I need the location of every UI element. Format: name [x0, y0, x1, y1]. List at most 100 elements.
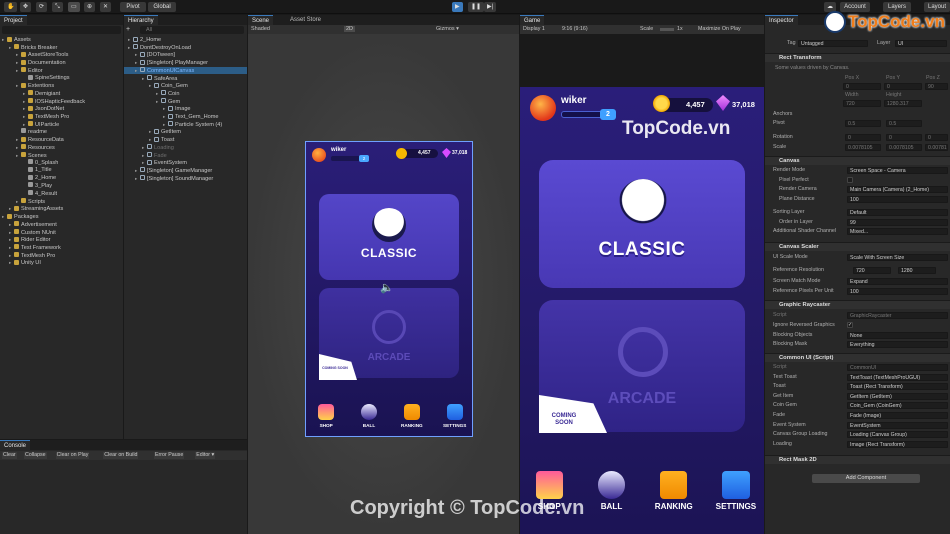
common-ui-prop-field[interactable]: Toast (Rect Transform)	[847, 383, 948, 391]
hierarchy-item[interactable]: ▸ Coin_Gem	[124, 82, 247, 90]
blocking-objects-dropdown[interactable]: None	[847, 332, 948, 339]
layers-dropdown[interactable]: Layers	[883, 2, 911, 12]
play-button[interactable]: ▶	[452, 2, 463, 12]
project-item[interactable]: 2_Home	[23, 174, 56, 183]
gizmos-dropdown[interactable]: Gizmos ▾	[436, 26, 459, 32]
project-item[interactable]: 4_Result	[23, 190, 57, 198]
move-tool-icon[interactable]: ✥	[20, 2, 32, 12]
project-item[interactable]: ▸ Scripts	[16, 198, 45, 206]
project-item[interactable]: 0_Splash	[23, 159, 58, 167]
console-button[interactable]: Clear on Play	[55, 452, 90, 459]
blocking-mask-dropdown[interactable]: Everything	[847, 341, 948, 348]
hierarchy-item[interactable]: ▸ CommonUICanvas	[124, 66, 247, 75]
add-object-button[interactable]: +	[126, 26, 134, 34]
scale-y-field[interactable]: 0.0078105	[886, 144, 922, 151]
pivot-toggle[interactable]: Pivot	[120, 2, 146, 12]
project-item[interactable]: ▸ Assets	[2, 36, 31, 44]
pixel-perfect-checkbox[interactable]	[847, 177, 853, 183]
console-button[interactable]: Error Pause	[154, 452, 185, 459]
common-ui-prop-field[interactable]: Image (Rect Transform)	[847, 440, 948, 448]
game-phone[interactable]: wiker 2 4,457 37,018 CLASSIC ARCADE COMI…	[520, 87, 764, 534]
canvas-prop-value[interactable]: Mixed...	[847, 228, 948, 235]
common-ui-header[interactable]: Common UI (Script)	[765, 353, 950, 362]
ball-icon[interactable]	[597, 471, 626, 499]
hierarchy-item[interactable]: ▸ Loading	[124, 144, 247, 152]
console-button[interactable]: Clear	[2, 452, 17, 459]
project-item[interactable]: ▸ Extentions	[16, 82, 54, 90]
project-item[interactable]: ▸ Custom NUnit	[9, 229, 56, 237]
posy-field[interactable]: 0	[884, 83, 922, 90]
project-item[interactable]: ▸ UIParticle	[23, 121, 59, 129]
hierarchy-item[interactable]: ▸ Fade	[124, 152, 247, 160]
canvas-prop-value[interactable]: Main Camera (Camera) (2_Home)	[847, 186, 948, 193]
hierarchy-item[interactable]: ▸ [Singleton] PlayManager	[124, 59, 247, 67]
rect-tool-icon[interactable]: ▭	[68, 2, 80, 12]
match-mode-dropdown[interactable]: Expand	[847, 278, 948, 285]
tab-project[interactable]: Project	[0, 15, 27, 25]
project-item[interactable]: readme	[16, 128, 47, 136]
project-item[interactable]: ▸ AssetStoreTools	[16, 51, 68, 59]
rotation-z-field[interactable]: 0	[925, 134, 948, 141]
common-ui-prop-field[interactable]: Coin_Gem (CoinGem)	[847, 402, 948, 410]
tab-game[interactable]: Game	[520, 15, 545, 25]
project-item[interactable]: ▸ StreamingAssets	[9, 205, 63, 213]
canvas-prop-value[interactable]: 100	[847, 195, 948, 203]
hierarchy-item[interactable]: ▸ [DOTween]	[124, 51, 247, 59]
project-search-input[interactable]	[2, 26, 121, 34]
scale-x-field[interactable]: 0.0078105	[845, 144, 881, 151]
canvas-prop-value[interactable]: Default	[847, 209, 948, 216]
posz-field[interactable]: 90	[925, 83, 948, 90]
project-item[interactable]: ▸ IOSHapticFeedback	[23, 98, 85, 106]
project-item[interactable]: ▸ Scenes	[16, 152, 47, 160]
add-component-button[interactable]: Add Component	[812, 474, 920, 483]
posx-field[interactable]: 0	[843, 83, 881, 90]
project-item[interactable]: ▸ TextMesh Pro	[9, 252, 55, 260]
project-item[interactable]: ▸ Bricks Breaker	[9, 44, 57, 52]
hierarchy-item[interactable]: ▸ [Singleton] SoundManager	[124, 175, 247, 183]
project-item[interactable]: ▸ Unity UI	[9, 259, 41, 267]
hierarchy-item[interactable]: ▸ 2_Home	[124, 36, 247, 44]
common-ui-prop-field[interactable]: EventSystem	[847, 421, 948, 429]
player-avatar[interactable]	[530, 95, 556, 121]
scale-tool-icon[interactable]: ⤡	[52, 2, 63, 12]
tab-scene[interactable]: Scene	[248, 15, 274, 25]
tag-dropdown[interactable]: Untagged	[798, 40, 868, 47]
project-item[interactable]: ▸ Editor	[16, 67, 43, 75]
ranking-trophy-icon[interactable]	[659, 471, 688, 499]
canvas-scaler-header[interactable]: Canvas Scaler	[765, 242, 950, 251]
ref-res-x-field[interactable]: 720	[853, 267, 891, 274]
pivot-x-field[interactable]: 0.5	[845, 120, 881, 127]
rect-mask-header[interactable]: Rect Mask 2D	[765, 455, 950, 464]
rect-transform-header[interactable]: Rect Transform	[765, 53, 950, 62]
hierarchy-item[interactable]: ▸ Image	[124, 105, 247, 113]
scene-view[interactable]: Scene Asset Store Shaded 2D Gizmos ▾ wik…	[248, 15, 519, 534]
scene-settings-gear-icon[interactable]	[446, 404, 463, 420]
width-field[interactable]: 720	[843, 100, 881, 107]
height-field[interactable]: 1280.317	[884, 100, 922, 107]
raycaster-header[interactable]: Graphic Raycaster	[765, 300, 950, 309]
project-item[interactable]: ▸ JsonDotNet	[23, 105, 64, 113]
common-ui-prop-field[interactable]: GetItem (GetItem)	[847, 392, 948, 400]
hierarchy-item[interactable]: ▸ Particle System (4)	[124, 121, 247, 129]
project-item[interactable]: ▸ Resources	[16, 144, 55, 152]
project-item[interactable]: 1_Title	[23, 166, 52, 175]
aspect-dropdown[interactable]: 9:16 (9:16)	[562, 25, 588, 34]
console-button[interactable]: Collapse	[24, 452, 47, 459]
hierarchy-item[interactable]: ▸ GetItem	[124, 128, 247, 136]
common-ui-prop-field[interactable]: Fade (Image)	[847, 412, 948, 419]
project-item[interactable]: SpineSettings	[23, 74, 70, 83]
canvas-prop-value[interactable]: Screen Space - Camera	[847, 167, 948, 174]
ppu-field[interactable]: 100	[847, 288, 948, 295]
console-button[interactable]: Editor ▾	[195, 452, 216, 459]
tab-hierarchy[interactable]: Hierarchy	[124, 15, 158, 25]
scale-z-field[interactable]: 0.0078105	[925, 144, 948, 151]
common-ui-prop-field[interactable]: TextToast (TextMeshProUGUI)	[847, 373, 948, 381]
step-button[interactable]: ▶|	[484, 2, 497, 12]
maximize-on-play-toggle[interactable]: Maximize On Play	[698, 25, 741, 34]
hierarchy-item[interactable]: ▸ Gem	[124, 98, 247, 106]
hierarchy-item[interactable]: ▸ EventSystem	[124, 159, 247, 167]
project-item[interactable]: ▸ TextMesh Pro	[23, 113, 69, 121]
hierarchy-item[interactable]: ▸ Toast	[124, 136, 247, 144]
hierarchy-item[interactable]: ▸ SafeArea	[124, 75, 247, 83]
project-item[interactable]: ▸ Test Framework	[9, 244, 61, 252]
